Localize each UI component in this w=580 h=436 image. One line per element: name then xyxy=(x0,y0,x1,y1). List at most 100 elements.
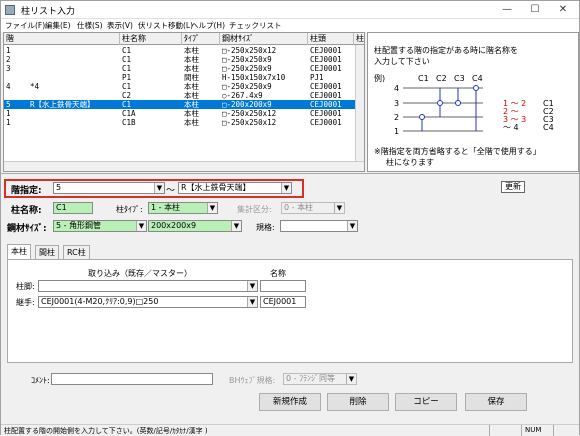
header-extra[interactable]: 柱 xyxy=(354,33,364,45)
cell-floor: 1 xyxy=(6,46,11,55)
status-cell-blank xyxy=(489,425,521,436)
cell-column-name: C1B xyxy=(122,118,136,127)
bh-web-value: 0 - ﾌﾗﾝｼﾞ同等 xyxy=(286,374,336,383)
cell-floor: 1 xyxy=(6,109,11,118)
copy-button[interactable]: コピー xyxy=(395,393,457,411)
floor-from-select[interactable]: 5 ▼ xyxy=(53,182,165,194)
steel-size-label: 鋼材ｻｲｽﾞ: xyxy=(7,224,47,234)
column-name-input[interactable]: C1 xyxy=(53,202,93,214)
delete-button[interactable]: 削除 xyxy=(327,393,389,411)
tab-rc-column[interactable]: RC柱 xyxy=(63,245,90,259)
cell-head: CEJ0001 xyxy=(310,82,342,91)
maximize-button[interactable]: ☐ xyxy=(521,1,549,19)
joint-label: 継手: xyxy=(16,298,35,307)
cell-steel: □-250x250x9 xyxy=(222,82,272,91)
header-type[interactable]: ﾀｲﾌﾟ xyxy=(182,33,220,45)
status-cell-end xyxy=(553,425,579,436)
base-name-input[interactable] xyxy=(260,280,306,292)
chevron-down-icon[interactable]: ▼ xyxy=(231,221,241,231)
header-floor[interactable]: 階 xyxy=(4,33,120,45)
aggregate-select[interactable]: 0 - 本柱 ▼ xyxy=(281,202,345,214)
table-row[interactable]: P1間柱H-150x150x7x10PJ1P xyxy=(4,73,364,82)
joint-name-input[interactable]: CEJ0001 xyxy=(260,296,306,308)
table-row[interactable]: 4*4C1本柱□-250x250x9CEJ0001C xyxy=(4,82,364,91)
cell-column-name: P1 xyxy=(122,73,132,82)
cell-column-name: C1 xyxy=(122,46,132,55)
chevron-down-icon[interactable]: ▼ xyxy=(207,203,217,213)
cell-type: 本柱 xyxy=(184,82,199,91)
column-type-select[interactable]: 1 - 本柱 ▼ xyxy=(148,202,218,214)
main-window: 柱リスト入力 — ☐ ✕ ファイル(F) 編集(E) 仕様(S) 表示(V) 伏… xyxy=(0,0,580,436)
diagram-floor-4: 4 xyxy=(394,84,399,93)
column-list-grid[interactable]: 階 柱名称 ﾀｲﾌﾟ 鋼材ｻｲｽﾞ 柱頭 柱 1 C1 本柱 □-250x250x12… xyxy=(3,32,365,172)
menu-view[interactable]: 表示(V) xyxy=(107,20,133,31)
chevron-down-icon[interactable]: ▼ xyxy=(347,221,357,231)
cell-floor-name xyxy=(28,64,120,73)
steel-size-select[interactable]: 200x200x9 ▼ xyxy=(148,220,242,232)
help-text-1: 柱配置する階の指定がある時に階名称を xyxy=(374,46,518,55)
cell-type: 本柱 xyxy=(184,118,199,127)
menu-list-move[interactable]: 伏リスト移動(L) xyxy=(138,20,193,31)
new-button[interactable]: 新規作成 xyxy=(259,393,321,411)
cell-steel: □-250x250x9 xyxy=(222,64,272,73)
save-button[interactable]: 保存 xyxy=(465,393,527,411)
cell-head: CEJ0001 xyxy=(310,55,342,64)
joint-select[interactable]: CEJ0001(4-M20,ｸﾘｱ:0,9)□250 ▼ xyxy=(38,296,258,308)
close-button[interactable]: ✕ xyxy=(549,1,577,19)
cell-type: 本柱 xyxy=(184,64,199,73)
help-note-2: 柱になります xyxy=(386,158,434,167)
cell-head: CEJ0001 xyxy=(310,46,342,55)
floor-label: 階指定: xyxy=(11,186,42,196)
cell-floor: 4 xyxy=(6,82,11,91)
joint-value: CEJ0001(4-M20,ｸﾘｱ:0,9)□250 xyxy=(41,297,159,306)
table-row[interactable]: C2 本柱 ○-267.4x9 CEJ0001 xyxy=(4,91,364,100)
cell-steel: □-250x250x9 xyxy=(222,55,272,64)
table-row[interactable]: 1C1A本柱□-250x250x12CEJ0001C xyxy=(4,109,364,118)
table-row[interactable]: 1C1本柱□-250x250x12CEJ0001C xyxy=(4,46,364,55)
vertical-scrollbar[interactable] xyxy=(355,45,364,163)
tab-stud-column[interactable]: 間柱 xyxy=(35,245,59,259)
table-row[interactable]: 2C1本柱□-250x250x9CEJ0001C xyxy=(4,55,364,64)
floor-to-select[interactable]: R【水上鉄骨天端】 ▼ xyxy=(178,182,292,194)
cell-column-name: C1 xyxy=(122,100,132,109)
menu-checklist[interactable]: チェックリスト xyxy=(229,20,282,31)
cell-column-name: C1 xyxy=(122,82,132,91)
header-steel[interactable]: 鋼材ｻｲｽﾞ xyxy=(220,33,308,45)
chevron-down-icon[interactable]: ▼ xyxy=(281,183,291,193)
menu-help[interactable]: ヘルプ(H) xyxy=(191,20,225,31)
chevron-down-icon[interactable]: ▼ xyxy=(154,183,164,193)
diagram-col-c4: C4 xyxy=(472,74,483,83)
tab-main-column[interactable]: 本柱 xyxy=(7,244,31,259)
table-row[interactable]: 1C1B本柱□-250x250x12CEJ0001C xyxy=(4,118,364,127)
base-select[interactable]: ▼ xyxy=(38,280,258,292)
header-head[interactable]: 柱頭 xyxy=(308,33,354,45)
cell-floor-name xyxy=(28,55,120,64)
diagram-col-c2: C2 xyxy=(436,74,447,83)
comment-input[interactable] xyxy=(51,373,213,385)
steel-shape-select[interactable]: 5 - 角形鋼管 ▼ xyxy=(53,220,147,232)
cell-steel: □-250x250x12 xyxy=(222,109,277,118)
header-name[interactable]: 柱名称 xyxy=(120,33,182,45)
menu-spec[interactable]: 仕様(S) xyxy=(77,20,103,31)
name-label: 柱名称: xyxy=(11,206,42,216)
menu-file[interactable]: ファイル(F) xyxy=(5,20,45,31)
menu-edit[interactable]: 編集(E) xyxy=(45,20,71,31)
minimize-button[interactable]: — xyxy=(493,1,521,19)
diagram-col-c3: C3 xyxy=(454,74,465,83)
cell-column-name: C2 xyxy=(122,91,132,100)
table-row[interactable]: 5 R【水上鉄骨天端】 C1 本柱 □-200x200x9 CEJ0001 xyxy=(4,100,364,109)
chevron-down-icon[interactable]: ▼ xyxy=(136,221,146,231)
bh-web-select[interactable]: 0 - ﾌﾗﾝｼﾞ同等 ▼ xyxy=(283,373,357,385)
chevron-down-icon[interactable]: ▼ xyxy=(247,297,257,307)
cell-column-name: C1A xyxy=(122,109,136,118)
horizontal-scrollbar[interactable] xyxy=(4,161,364,171)
cell-head: CEJ0001 xyxy=(310,118,342,127)
table-row[interactable]: 3 C1 本柱 □-250x250x9 CEJ0001 xyxy=(4,64,364,73)
grid-header: 階 柱名称 ﾀｲﾌﾟ 鋼材ｻｲｽﾞ 柱頭 柱 xyxy=(4,33,364,45)
cell-head: PJ1 xyxy=(310,73,324,82)
chevron-down-icon[interactable]: ▼ xyxy=(247,281,257,291)
num-lock-indicator: NUM xyxy=(521,425,553,436)
bh-web-label: BHｳｪﾌﾞ規格: xyxy=(229,376,276,385)
spec-select[interactable]: ▼ xyxy=(280,220,358,232)
floor-from-value: 5 xyxy=(56,183,62,192)
